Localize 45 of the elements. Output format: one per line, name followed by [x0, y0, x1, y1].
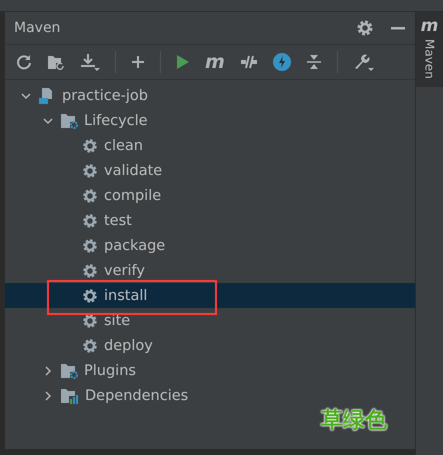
- tree-label: install: [104, 288, 148, 304]
- tree-label[interactable]: Dependencies: [85, 388, 188, 404]
- refresh-icon[interactable]: [16, 54, 32, 70]
- toggle-offline-icon[interactable]: [240, 54, 258, 70]
- tree-label[interactable]: Lifecycle: [84, 112, 148, 128]
- gear-icon: [82, 262, 98, 278]
- minimize-icon[interactable]: [391, 26, 405, 30]
- chevron-icon[interactable]: [21, 90, 31, 100]
- collapse-all-icon[interactable]: [306, 54, 322, 70]
- gear-icon: [82, 212, 98, 228]
- panel-title: Maven: [14, 20, 62, 36]
- folder-chart-icon: [60, 387, 79, 404]
- gear-icon: [82, 312, 98, 328]
- gear-icon: [82, 338, 98, 354]
- folder-gear-icon: [60, 362, 78, 379]
- lightning-icon[interactable]: [272, 53, 291, 71]
- gear-icon: [82, 162, 98, 178]
- settings-icon[interactable]: [357, 20, 373, 36]
- tree-label[interactable]: site: [104, 312, 130, 328]
- folder-refresh-icon[interactable]: [47, 54, 65, 70]
- add-icon[interactable]: [131, 55, 145, 69]
- tree-label[interactable]: package: [104, 238, 166, 254]
- chevron-icon[interactable]: [43, 366, 53, 376]
- wrench-icon[interactable]: [352, 52, 375, 72]
- annotation-text: 草绿色: [321, 407, 387, 435]
- tree-label[interactable]: Plugins: [84, 362, 136, 378]
- run-icon[interactable]: [176, 54, 190, 70]
- folder-gear-icon: [60, 112, 78, 129]
- maven-side-tab[interactable]: m Maven: [416, 12, 443, 87]
- gear-icon: [82, 188, 98, 204]
- tree-row[interactable]: install: [5, 283, 415, 308]
- tree-label[interactable]: test: [104, 212, 132, 228]
- tree-label[interactable]: compile: [104, 188, 162, 204]
- tree-label[interactable]: practice-job: [62, 88, 148, 104]
- gear-icon: [82, 138, 98, 154]
- tree-label[interactable]: deploy: [104, 338, 153, 354]
- gear-icon: [82, 238, 98, 254]
- tree-label[interactable]: validate: [104, 162, 162, 178]
- download-icon[interactable]: [80, 53, 100, 71]
- chevron-icon[interactable]: [43, 116, 53, 126]
- chevron-icon[interactable]: [43, 390, 53, 400]
- tree-label[interactable]: clean: [104, 138, 143, 154]
- gear-icon: [82, 288, 98, 304]
- maven-button[interactable]: m: [205, 52, 225, 72]
- tree-label[interactable]: verify: [104, 262, 145, 278]
